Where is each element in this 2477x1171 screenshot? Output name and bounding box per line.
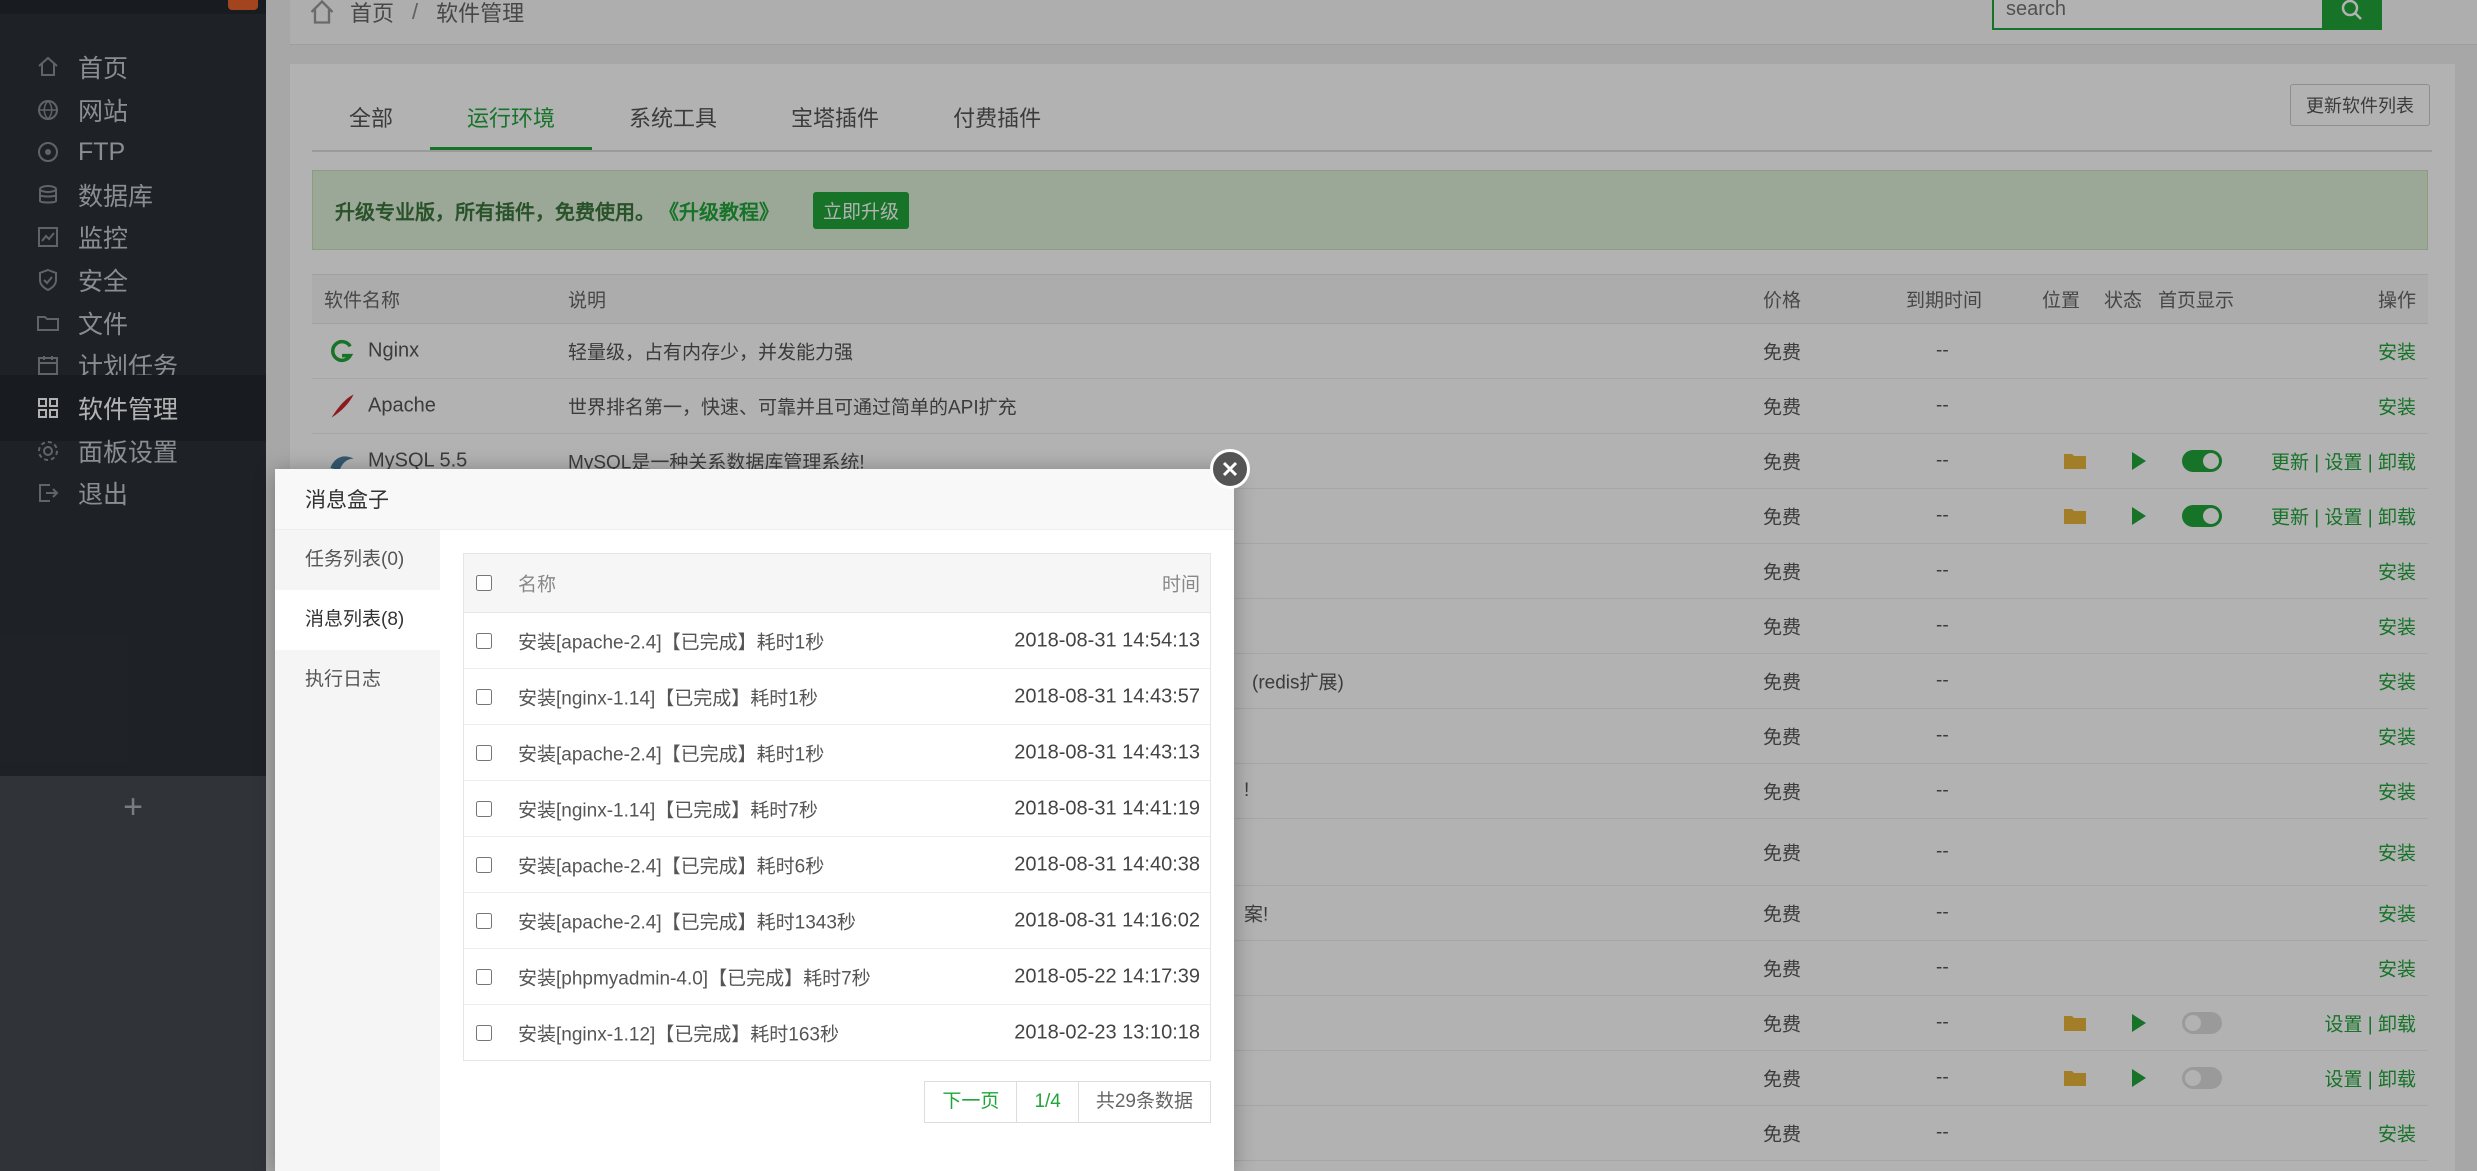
message-time: 2018-02-23 13:10:18 <box>1014 1021 1200 1043</box>
message-time: 2018-08-31 14:16:02 <box>1014 909 1200 931</box>
tab-message-list[interactable]: 消息列表(8) <box>275 590 440 650</box>
row-checkbox[interactable] <box>476 968 492 985</box>
message-row: 安装[nginx-1.14]【已完成】耗时1秒 2018-08-31 14:43… <box>464 669 1210 725</box>
message-name: 安装[apache-2.4]【已完成】耗时1秒 <box>518 744 825 765</box>
next-page-button[interactable]: 下一页 <box>924 1081 1018 1123</box>
message-name: 安装[apache-2.4]【已完成】耗时1343秒 <box>518 912 856 933</box>
message-name: 安装[nginx-1.12]【已完成】耗时163秒 <box>518 1024 839 1045</box>
total-count: 共29条数据 <box>1077 1081 1211 1123</box>
message-row: 安装[nginx-1.14]【已完成】耗时7秒 2018-08-31 14:41… <box>464 781 1210 837</box>
row-checkbox[interactable] <box>476 1024 492 1041</box>
row-checkbox[interactable] <box>476 800 492 817</box>
close-button[interactable] <box>1210 449 1250 489</box>
message-time: 2018-08-31 14:41:19 <box>1014 797 1200 819</box>
message-time: 2018-08-31 14:43:13 <box>1014 741 1200 763</box>
message-row: 安装[nginx-1.12]【已完成】耗时163秒 2018-02-23 13:… <box>464 1005 1210 1060</box>
row-checkbox[interactable] <box>476 856 492 873</box>
message-list-panel: 名称 时间 安装[apache-2.4]【已完成】耗时1秒 2018-08-31… <box>463 553 1211 1123</box>
dialog-side-menu: 任务列表(0) 消息列表(8) 执行日志 <box>275 530 440 1171</box>
header-name: 名称 <box>518 574 557 596</box>
message-name: 安装[nginx-1.14]【已完成】耗时1秒 <box>518 688 818 709</box>
message-name: 安装[phpmyadmin-4.0]【已完成】耗时7秒 <box>518 968 871 989</box>
message-row: 安装[phpmyadmin-4.0]【已完成】耗时7秒 2018-05-22 1… <box>464 949 1210 1005</box>
message-table: 名称 时间 安装[apache-2.4]【已完成】耗时1秒 2018-08-31… <box>463 553 1211 1061</box>
message-time: 2018-08-31 14:43:57 <box>1014 685 1200 707</box>
message-row: 安装[apache-2.4]【已完成】耗时1秒 2018-08-31 14:54… <box>464 613 1210 669</box>
message-table-header: 名称 时间 <box>464 554 1210 613</box>
pagination: 下一页 1/4 共29条数据 <box>924 1081 1211 1123</box>
row-checkbox[interactable] <box>476 912 492 929</box>
message-row: 安装[apache-2.4]【已完成】耗时6秒 2018-08-31 14:40… <box>464 837 1210 893</box>
message-box-dialog: 消息盒子 任务列表(0) 消息列表(8) 执行日志 名称 时间 安装[apach… <box>275 449 1250 1171</box>
tab-exec-log[interactable]: 执行日志 <box>275 650 440 710</box>
message-time: 2018-08-31 14:40:38 <box>1014 853 1200 875</box>
page-indicator: 1/4 <box>1016 1081 1079 1123</box>
message-row: 安装[apache-2.4]【已完成】耗时1秒 2018-08-31 14:43… <box>464 725 1210 781</box>
message-time: 2018-05-22 14:17:39 <box>1014 965 1200 987</box>
row-checkbox[interactable] <box>476 632 492 649</box>
dialog-title: 消息盒子 <box>275 469 1234 530</box>
message-name: 安装[apache-2.4]【已完成】耗时1秒 <box>518 632 825 653</box>
message-time: 2018-08-31 14:54:13 <box>1014 629 1200 651</box>
message-name: 安装[apache-2.4]【已完成】耗时6秒 <box>518 856 825 877</box>
message-name: 安装[nginx-1.14]【已完成】耗时7秒 <box>518 800 818 821</box>
select-all-checkbox[interactable] <box>476 575 492 591</box>
header-time: 时间 <box>1161 574 1200 596</box>
tab-task-list[interactable]: 任务列表(0) <box>275 530 440 590</box>
row-checkbox[interactable] <box>476 744 492 761</box>
message-row: 安装[apache-2.4]【已完成】耗时1343秒 2018-08-31 14… <box>464 893 1210 949</box>
row-checkbox[interactable] <box>476 688 492 705</box>
close-icon <box>1222 461 1238 477</box>
